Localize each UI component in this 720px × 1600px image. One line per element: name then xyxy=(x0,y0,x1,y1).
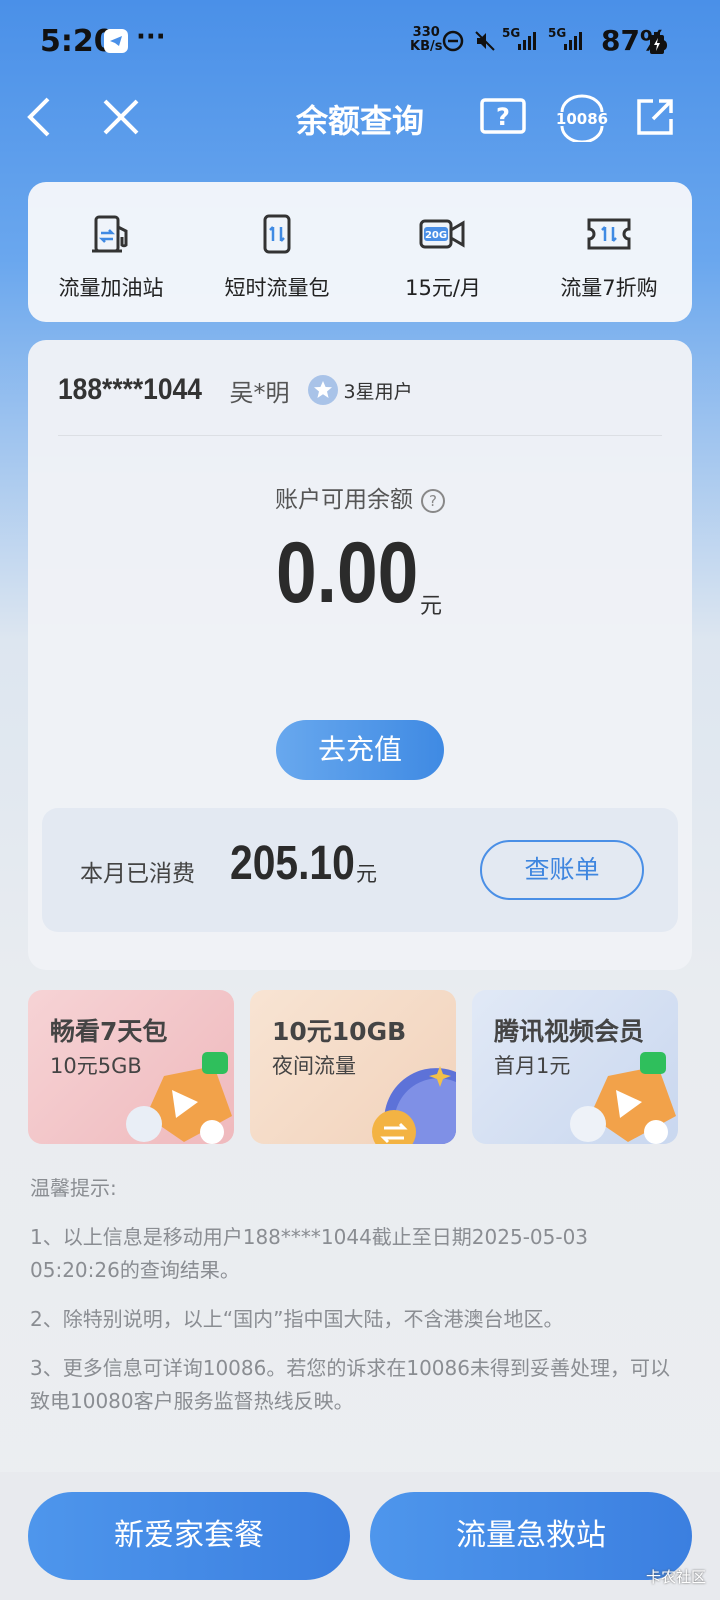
quick-action-label: 15元/月 xyxy=(405,276,481,300)
balance-card: 188****1044 吴*明 3星用户 账户可用余额? 0.00 元 去充值 … xyxy=(28,340,692,970)
phone-data-icon xyxy=(255,212,299,256)
data-rescue-button[interactable]: 流量急救站 xyxy=(370,1492,692,1580)
user-name: 吴*明 xyxy=(229,378,290,407)
promo-title: 腾讯视频会员 xyxy=(494,1017,645,1046)
speed-unit: KB/s xyxy=(410,39,443,54)
mute-icon xyxy=(474,30,496,56)
bottom-action-bar: 新爱家套餐 流量急救站 xyxy=(0,1472,720,1600)
service-number: 10086 xyxy=(555,110,609,128)
tips-section: 温馨提示: 1、以上信息是移动用户188****1044截止至日期2025-05… xyxy=(30,1172,670,1434)
help-book-icon: ? xyxy=(480,98,526,134)
fuel-station-icon xyxy=(89,212,133,256)
tip-item: 2、除特别说明，以上“国内”指中国大陆，不含港澳台地区。 xyxy=(30,1307,564,1331)
tip-item: 3、更多信息可详询10086。若您的诉求在10086未得到妥善处理，可以致电10… xyxy=(30,1356,670,1413)
star-icon xyxy=(307,375,338,405)
moon-data-icon xyxy=(372,1066,456,1144)
video-20g-icon: 20G xyxy=(419,212,467,256)
customer-service-button[interactable]: 10086 xyxy=(554,94,610,142)
battery-icon xyxy=(650,32,664,58)
spent-amount: 205.10 xyxy=(230,837,355,890)
ticket-data-icon xyxy=(585,212,633,256)
user-level-label: 3星用户 xyxy=(343,380,413,403)
signal-icon-2 xyxy=(562,30,584,56)
view-bill-button[interactable]: 查账单 xyxy=(480,840,644,900)
spent-unit: 元 xyxy=(356,862,377,886)
promo-subtitle: 首月1元 xyxy=(494,1054,571,1078)
balance-label: 账户可用余额 xyxy=(275,487,413,513)
network-speed: 330 KB/s xyxy=(410,26,442,54)
divider xyxy=(58,435,662,436)
balance-label-row: 账户可用余额? xyxy=(28,480,692,514)
promo-title: 10元10GB xyxy=(272,1017,407,1046)
svg-text:?: ? xyxy=(496,103,510,131)
user-info-row: 188****1044 吴*明 3星用户 xyxy=(58,370,413,410)
promo-subtitle: 夜间流量 xyxy=(272,1054,356,1078)
more-notifications-icon: ··· xyxy=(136,22,166,52)
tips-heading: 温馨提示: xyxy=(30,1176,117,1200)
promo-card-tencent-video[interactable]: 腾讯视频会员 首月1元 xyxy=(472,990,678,1144)
page-title: 余额查询 xyxy=(295,102,424,140)
monthly-spend-box: 本月已消费 205.10 元 查账单 xyxy=(42,808,678,932)
status-bar: 5:20 ··· 330 KB/s 5G 5G 87% xyxy=(0,0,720,84)
dnd-icon xyxy=(442,30,464,56)
tip-item: 1、以上信息是移动用户188****1044截止至日期2025-05-03 05… xyxy=(30,1225,589,1282)
video-apps-icon xyxy=(570,1052,676,1144)
quick-action-fuel-station[interactable]: 流量加油站 xyxy=(28,182,194,322)
phone-number: 188****1044 xyxy=(58,373,202,406)
nav-bar: 余额查询 ? 10086 xyxy=(0,86,720,148)
promo-card-7day-pack[interactable]: 畅看7天包 10元5GB xyxy=(28,990,234,1144)
promo-title: 畅看7天包 xyxy=(50,1017,168,1046)
quick-actions-card: 流量加油站 短时流量包 20G 15元/月 流量7折购 xyxy=(28,182,692,322)
spent-label: 本月已消费 xyxy=(80,861,195,887)
share-button[interactable] xyxy=(630,94,680,140)
share-external-icon xyxy=(637,99,673,135)
video-apps-icon xyxy=(126,1052,232,1144)
user-level-badge[interactable]: 3星用户 xyxy=(307,375,413,405)
quick-action-short-data-pack[interactable]: 短时流量包 xyxy=(194,182,360,322)
quick-action-30-off[interactable]: 流量7折购 xyxy=(526,182,692,322)
svg-text:20G: 20G xyxy=(425,230,447,241)
quick-action-label: 短时流量包 xyxy=(224,276,330,300)
signal-icon xyxy=(516,30,538,56)
watermark: 卡农社区 xyxy=(645,1568,706,1586)
help-button[interactable]: ? xyxy=(478,94,528,140)
promo-card-night-data[interactable]: 10元10GB 夜间流量 xyxy=(250,990,456,1144)
balance-amount: 0.00 xyxy=(276,525,419,621)
balance-unit: 元 xyxy=(420,594,443,619)
new-family-plan-button[interactable]: 新爱家套餐 xyxy=(28,1492,350,1580)
telegram-icon xyxy=(104,29,128,53)
quick-action-15-per-month[interactable]: 20G 15元/月 xyxy=(360,182,526,322)
quick-action-label: 流量加油站 xyxy=(58,276,164,300)
question-icon[interactable]: ? xyxy=(421,488,445,513)
recharge-button[interactable]: 去充值 xyxy=(276,720,444,780)
quick-action-label: 流量7折购 xyxy=(560,276,658,300)
speed-value: 330 xyxy=(412,25,440,40)
